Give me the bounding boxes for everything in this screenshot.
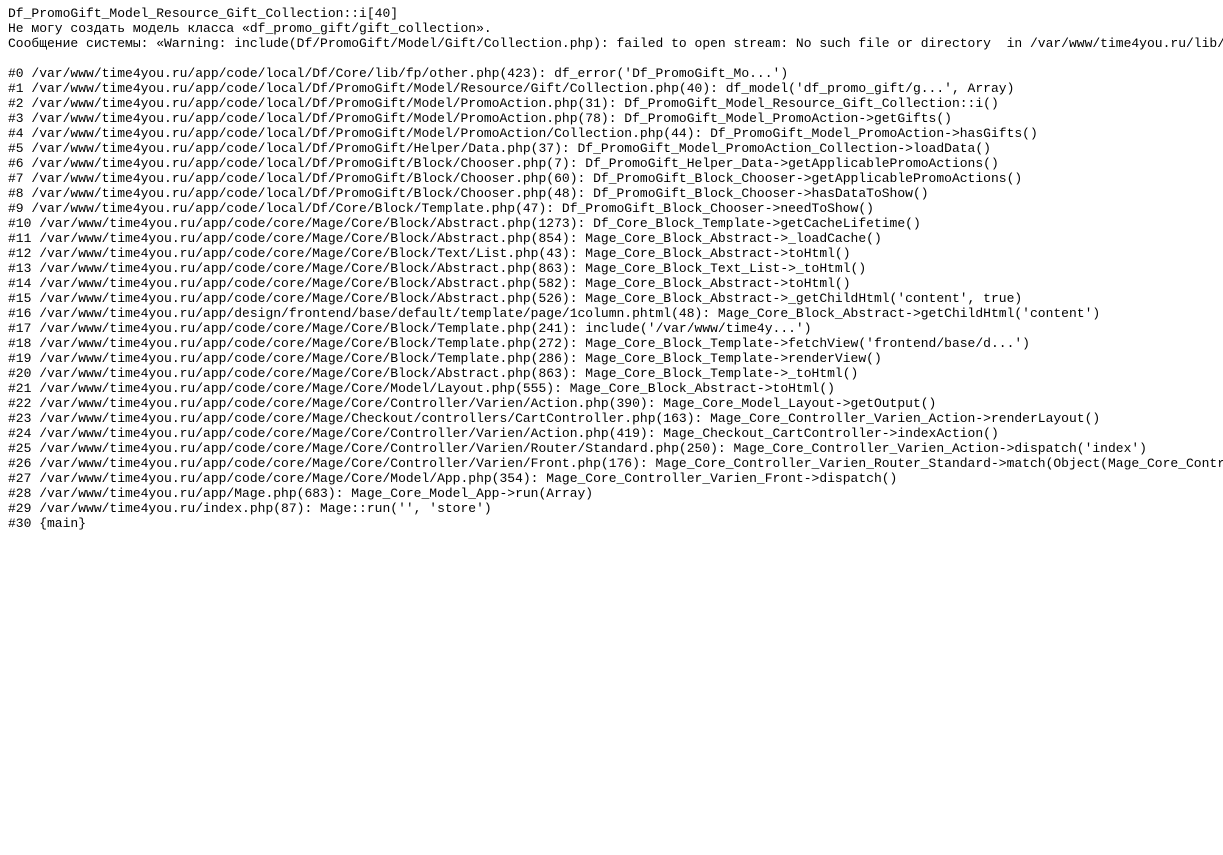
trace-line: #10 /var/www/time4you.ru/app/code/core/M… [8, 216, 1215, 231]
trace-line: #11 /var/www/time4you.ru/app/code/core/M… [8, 231, 1215, 246]
trace-line: #19 /var/www/time4you.ru/app/code/core/M… [8, 351, 1215, 366]
trace-line: #0 /var/www/time4you.ru/app/code/local/D… [8, 66, 1215, 81]
trace-line: #29 /var/www/time4you.ru/index.php(87): … [8, 501, 1215, 516]
trace-line: #13 /var/www/time4you.ru/app/code/core/M… [8, 261, 1215, 276]
trace-line: #23 /var/www/time4you.ru/app/code/core/M… [8, 411, 1215, 426]
trace-line: #6 /var/www/time4you.ru/app/code/local/D… [8, 156, 1215, 171]
trace-line: #25 /var/www/time4you.ru/app/code/core/M… [8, 441, 1215, 456]
error-output: Df_PromoGift_Model_Resource_Gift_Collect… [0, 0, 1223, 537]
trace-line: #5 /var/www/time4you.ru/app/code/local/D… [8, 141, 1215, 156]
trace-line: #1 /var/www/time4you.ru/app/code/local/D… [8, 81, 1215, 96]
trace-line: #16 /var/www/time4you.ru/app/design/fron… [8, 306, 1215, 321]
trace-line: #7 /var/www/time4you.ru/app/code/local/D… [8, 171, 1215, 186]
trace-line: #8 /var/www/time4you.ru/app/code/local/D… [8, 186, 1215, 201]
trace-line: #24 /var/www/time4you.ru/app/code/core/M… [8, 426, 1215, 441]
trace-line: #9 /var/www/time4you.ru/app/code/local/D… [8, 201, 1215, 216]
trace-line: #3 /var/www/time4you.ru/app/code/local/D… [8, 111, 1215, 126]
error-message-ru: Не могу создать модель класса «df_promo_… [8, 21, 1215, 36]
trace-line: #30 {main} [8, 516, 1215, 531]
trace-line: #2 /var/www/time4you.ru/app/code/local/D… [8, 96, 1215, 111]
error-class-location: Df_PromoGift_Model_Resource_Gift_Collect… [8, 6, 1215, 21]
trace-line: #14 /var/www/time4you.ru/app/code/core/M… [8, 276, 1215, 291]
trace-line: #27 /var/www/time4you.ru/app/code/core/M… [8, 471, 1215, 486]
trace-line: #21 /var/www/time4you.ru/app/code/core/M… [8, 381, 1215, 396]
trace-line: #4 /var/www/time4you.ru/app/code/local/D… [8, 126, 1215, 141]
trace-line: #22 /var/www/time4you.ru/app/code/core/M… [8, 396, 1215, 411]
blank-line [8, 51, 1215, 66]
trace-line: #28 /var/www/time4you.ru/app/Mage.php(68… [8, 486, 1215, 501]
trace-line: #20 /var/www/time4you.ru/app/code/core/M… [8, 366, 1215, 381]
trace-line: #15 /var/www/time4you.ru/app/code/core/M… [8, 291, 1215, 306]
trace-line: #12 /var/www/time4you.ru/app/code/core/M… [8, 246, 1215, 261]
trace-line: #18 /var/www/time4you.ru/app/code/core/M… [8, 336, 1215, 351]
trace-line: #26 /var/www/time4you.ru/app/code/core/M… [8, 456, 1215, 471]
trace-line: #17 /var/www/time4you.ru/app/code/core/M… [8, 321, 1215, 336]
system-warning: Сообщение системы: «Warning: include(Df/… [8, 36, 1215, 51]
